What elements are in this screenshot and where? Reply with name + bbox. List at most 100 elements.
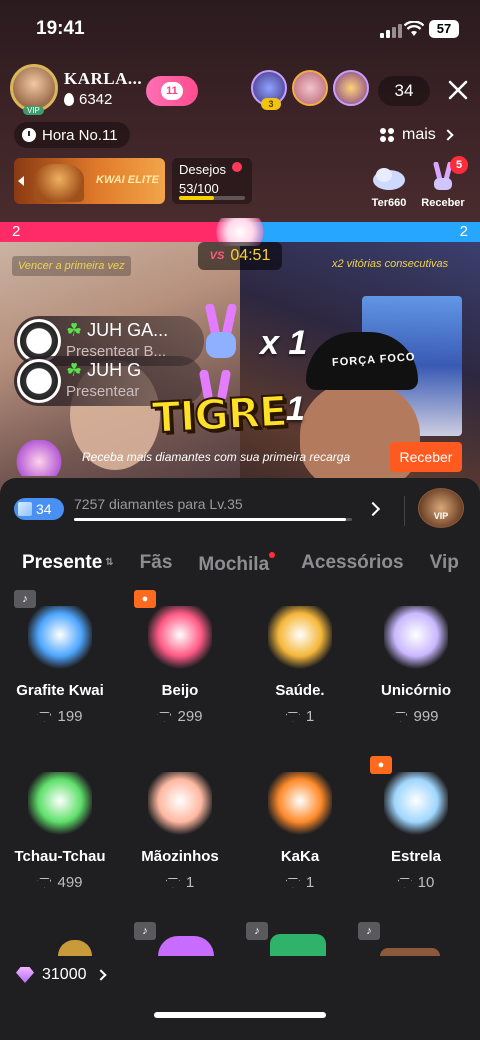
host-vip-tag: VIP (23, 106, 44, 115)
diamond-icon (165, 877, 180, 888)
pk-timer-value: 04:51 (230, 247, 271, 264)
diamond-balance[interactable]: 31000 (16, 966, 107, 984)
gift-thumbnail (148, 606, 212, 670)
combo-count: 1 (286, 390, 305, 428)
receive-gift[interactable]: 5 Receber (408, 156, 478, 209)
wishes-card[interactable]: Desejos 53/100 (172, 158, 252, 204)
viewer-avatar[interactable] (333, 70, 369, 106)
pk-right-label: x2 vitórias consecutivas (332, 258, 449, 270)
chevron-right-icon[interactable] (365, 501, 381, 517)
diamond-icon (285, 711, 300, 722)
combo-count: x 1 (260, 324, 308, 362)
status-time: 19:41 (36, 18, 85, 39)
cloud-gem-icon (373, 168, 405, 190)
gift-thumbnail (384, 772, 448, 836)
host-fans: 6342 (79, 90, 113, 108)
gift-name: Grafite Kwai (16, 682, 104, 699)
music-icon: ♪ (14, 590, 36, 608)
diamond-icon (37, 711, 52, 722)
level-badge: 34 (14, 498, 64, 520)
home-indicator (154, 1012, 326, 1018)
viewer-avatar[interactable]: 3 (251, 70, 287, 110)
gift-thumbnail[interactable] (270, 934, 326, 956)
gift-price: 10 (356, 874, 476, 891)
gift-name: Mãozinhos (141, 848, 219, 865)
flame-icon (64, 92, 74, 106)
gift-item[interactable]: KaKa 1 (240, 756, 360, 916)
diamond-icon (157, 711, 172, 722)
diamond-balance-value: 31000 (42, 966, 87, 983)
clock-icon (22, 128, 36, 142)
music-icon: ♪ (246, 922, 268, 940)
gift-price-value: 199 (57, 708, 83, 725)
viewer-rank-badge: 3 (261, 98, 281, 110)
close-icon[interactable] (444, 76, 472, 104)
gift-thumbnail (268, 772, 332, 836)
hour-rank-label: Hora No.11 (42, 126, 118, 144)
elite-banner-label: KWAI ELITE (96, 174, 159, 186)
gift-item[interactable]: Tchau-Tchau 499 (0, 756, 120, 916)
diamond-icon (397, 877, 412, 888)
viewer-avatar[interactable] (292, 70, 328, 106)
gift-price: 1 (240, 708, 360, 725)
follow-heart-button[interactable]: 11 (146, 76, 198, 106)
gift-thumbnail[interactable] (380, 948, 440, 956)
hour-rank-pill[interactable]: Hora No.11 (14, 122, 130, 148)
gift-price: 1 (240, 874, 360, 891)
pk-right-score: 2 (240, 222, 480, 242)
tigre-effect: TIGRE (150, 386, 289, 444)
chevron-right-icon (442, 129, 454, 141)
tab-acessorios[interactable]: Acessórios (301, 552, 403, 576)
host-profile[interactable]: VIP KARLA... 6342 (10, 64, 142, 115)
gift-thumbnail (28, 772, 92, 836)
gift-price-value: 499 (57, 874, 83, 891)
gift-price-value: 1 (185, 874, 195, 891)
gift-name: Beijo (161, 682, 199, 699)
gift-thumbnail (28, 606, 92, 670)
level-number: 34 (36, 501, 52, 517)
gift-tabs: Presente ⇅ Fãs Mochila Acessórios Vip (22, 552, 459, 576)
chevron-right-icon (94, 969, 107, 981)
effect-icon: ● (370, 756, 392, 774)
sort-icon[interactable]: ⇅ (105, 557, 113, 568)
gift-thumbnail[interactable] (158, 936, 214, 956)
diamond-icon (16, 967, 34, 983)
gift-thumbnail (148, 772, 212, 836)
wifi-icon (404, 21, 424, 36)
gift-thumbnail[interactable] (58, 940, 92, 956)
effect-icon: ● (134, 590, 156, 608)
gift-price-value: 1 (305, 708, 315, 725)
gift-price: 199 (0, 708, 120, 725)
more-button[interactable]: mais (380, 122, 454, 148)
treasure-chest-icon (16, 440, 62, 476)
gift-item[interactable]: Mãozinhos 1 (120, 756, 240, 916)
gift-item[interactable]: ● Beijo 299 (120, 590, 240, 750)
level-progress-bar (74, 518, 352, 521)
tab-presente[interactable]: Presente ⇅ (22, 552, 114, 576)
tab-mochila[interactable]: Mochila (198, 552, 276, 576)
gift-item[interactable]: ● Estrela 10 (356, 756, 476, 916)
gift-price: 299 (120, 708, 240, 725)
gift-item[interactable]: Unicórnio 999 (356, 590, 476, 750)
gift-price-value: 1 (305, 874, 315, 891)
vip-crown-button[interactable]: VIP (418, 488, 464, 528)
viewer-count[interactable]: 34 (378, 76, 430, 106)
tab-vip[interactable]: Vip (430, 552, 459, 576)
gift-price-value: 10 (417, 874, 435, 891)
gift-item[interactable]: ♪ Grafite Kwai 199 (0, 590, 120, 750)
wishes-value: 53/100 (179, 181, 219, 196)
host-avatar[interactable]: VIP (10, 64, 58, 115)
tab-fas[interactable]: Fãs (140, 552, 173, 576)
level-progress-row[interactable]: 34 7257 diamantes para Lv.35 VIP (14, 488, 466, 536)
gift-row-partial: ♪ ♪ ♪ (0, 922, 480, 962)
gift-name: Tchau-Tchau (14, 848, 106, 865)
receive-button[interactable]: Receber (390, 442, 462, 472)
clover-icon: ☘ (66, 320, 83, 340)
kwai-elite-banner[interactable]: KWAI ELITE (14, 158, 165, 204)
gift-name: Unicórnio (381, 682, 451, 699)
music-icon: ♪ (358, 922, 380, 940)
top-viewers[interactable]: 3 (251, 70, 369, 110)
diamond-icon (393, 711, 408, 722)
gift-price-value: 299 (177, 708, 203, 725)
gift-item[interactable]: Saúde. 1 (240, 590, 360, 750)
